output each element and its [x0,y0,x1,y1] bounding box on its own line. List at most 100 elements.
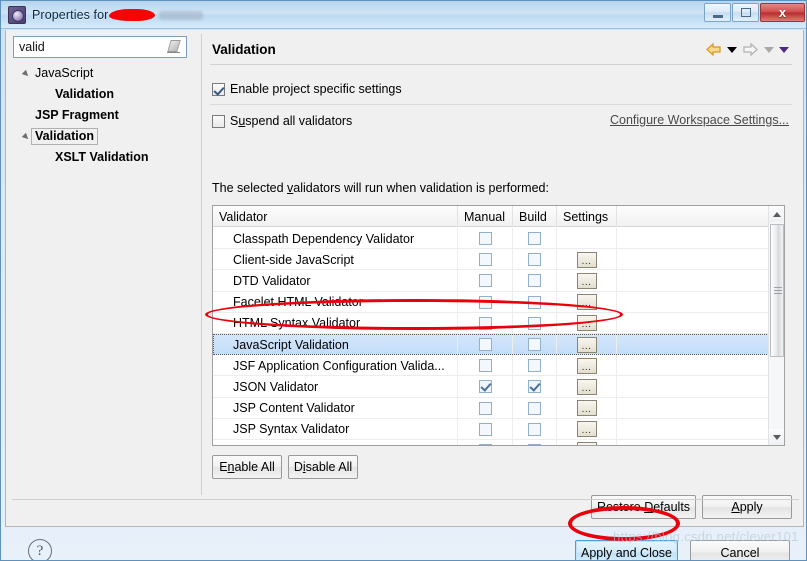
scroll-up-button[interactable] [769,206,784,222]
build-cell[interactable] [513,270,557,292]
enable-project-specific-settings-row[interactable]: Enable project specific settings [212,82,402,96]
build-checkbox[interactable] [528,443,541,445]
manual-checkbox[interactable] [478,232,492,246]
enable-project-specific-settings-checkbox[interactable] [212,82,225,96]
apply-and-close-button[interactable]: Apply and Close [575,540,678,560]
table-row[interactable]: Client-side JavaScript ... [213,249,769,271]
build-cell[interactable] [513,397,557,419]
table-row[interactable]: Facelet HTML Validator ... [213,291,769,313]
build-cell[interactable] [513,355,557,377]
build-checkbox[interactable] [528,274,541,288]
close-button[interactable]: x [760,3,805,22]
build-checkbox[interactable] [528,380,541,394]
settings-button[interactable]: ... [576,251,597,268]
settings-button[interactable]: ... [576,442,597,445]
table-row[interactable]: JSP Content Validator ... [213,397,769,419]
build-cell[interactable] [513,376,557,398]
column-header-manual[interactable]: Manual [458,206,513,227]
filter-input-wrapper[interactable]: valid [13,36,187,58]
settings-button[interactable]: ... [576,294,597,311]
settings-button[interactable]: ... [576,378,597,395]
manual-cell[interactable] [458,249,513,271]
manual-checkbox[interactable] [478,443,492,445]
scroll-down-button[interactable] [769,429,784,445]
build-cell[interactable] [513,291,557,313]
restore-button[interactable] [732,3,759,22]
tree-item-javascript[interactable]: JavaScript [11,63,195,84]
build-cell[interactable] [513,228,557,250]
manual-cell[interactable] [458,376,513,398]
settings-cell[interactable]: ... [557,439,617,445]
build-checkbox[interactable] [528,295,541,309]
settings-cell[interactable]: ... [557,397,617,419]
column-header-validator[interactable]: Validator [213,206,458,227]
scrollbar-thumb[interactable] [770,224,784,357]
manual-cell[interactable] [458,397,513,419]
manual-cell[interactable] [458,270,513,292]
configure-workspace-settings-link[interactable]: Configure Workspace Settings... [610,113,789,127]
settings-cell[interactable]: ... [557,333,617,356]
table-row[interactable]: JSON Validator ... [213,376,769,398]
back-arrow-icon[interactable] [705,42,722,57]
manual-checkbox[interactable] [478,274,492,288]
build-checkbox[interactable] [528,401,541,415]
settings-button[interactable]: ... [576,421,597,438]
column-header-build[interactable]: Build [513,206,557,227]
build-checkbox[interactable] [528,253,541,267]
table-row[interactable]: JSP Syntax Validator ... [213,418,769,440]
build-cell[interactable] [513,249,557,271]
suspend-all-validators-checkbox[interactable] [212,114,225,128]
settings-button[interactable]: ... [576,357,597,374]
table-row-partial[interactable]: ... [213,439,769,445]
build-checkbox[interactable] [528,316,541,330]
manual-cell[interactable] [458,355,513,377]
question-mark-icon[interactable]: ? [28,539,52,560]
table-row[interactable]: HTML Syntax Validator ... [213,312,769,334]
manual-cell[interactable] [458,333,513,356]
tree-item-xslt-validation[interactable]: XSLT Validation [11,147,195,168]
table-row[interactable]: Classpath Dependency Validator [213,228,769,250]
manual-checkbox[interactable] [478,422,492,436]
cancel-button[interactable]: Cancel [690,540,790,560]
manual-cell[interactable] [458,228,513,250]
settings-cell[interactable]: ... [557,355,617,377]
settings-button[interactable]: ... [576,400,597,417]
table-row[interactable]: DTD Validator ... [213,270,769,292]
manual-checkbox[interactable] [478,316,492,330]
manual-checkbox[interactable] [478,295,492,309]
disable-all-button[interactable]: Disable All [288,455,358,479]
settings-cell[interactable]: ... [557,418,617,440]
table-vertical-scrollbar[interactable] [768,206,784,445]
manual-cell[interactable] [458,291,513,313]
manual-cell[interactable] [458,418,513,440]
build-cell[interactable] [513,439,557,445]
eraser-icon[interactable] [165,39,183,55]
back-history-chevron-down-icon[interactable] [727,46,737,53]
manual-checkbox[interactable] [478,253,492,267]
settings-cell[interactable]: ... [557,270,617,292]
suspend-all-validators-row[interactable]: Suspend all validators [212,114,352,128]
manual-cell[interactable] [458,312,513,334]
tree-item-validation[interactable]: Validation [11,126,195,147]
manual-checkbox[interactable] [478,359,492,373]
settings-cell[interactable]: ... [557,249,617,271]
build-cell[interactable] [513,312,557,334]
settings-button[interactable]: ... [576,315,597,332]
build-cell[interactable] [513,418,557,440]
expand-arrow-icon[interactable] [21,68,33,80]
table-row[interactable]: JSF Application Configuration Valida... … [213,355,769,377]
settings-cell[interactable]: ... [557,312,617,334]
build-cell[interactable] [513,333,557,356]
manual-checkbox[interactable] [478,338,492,352]
build-checkbox[interactable] [528,232,541,246]
table-row-selected[interactable]: JavaScript Validation ... [213,333,769,356]
page-menu-chevron-down-icon[interactable] [779,46,789,53]
build-checkbox[interactable] [528,359,541,373]
minimize-button[interactable] [704,3,731,22]
settings-cell[interactable]: ... [557,376,617,398]
settings-button[interactable]: ... [576,336,597,353]
manual-cell[interactable] [458,439,513,445]
tree-item-javascript-validation[interactable]: Validation [11,84,195,105]
tree-item-jsp-fragment[interactable]: JSP Fragment [11,105,195,126]
enable-all-button[interactable]: Enable All [212,455,282,479]
